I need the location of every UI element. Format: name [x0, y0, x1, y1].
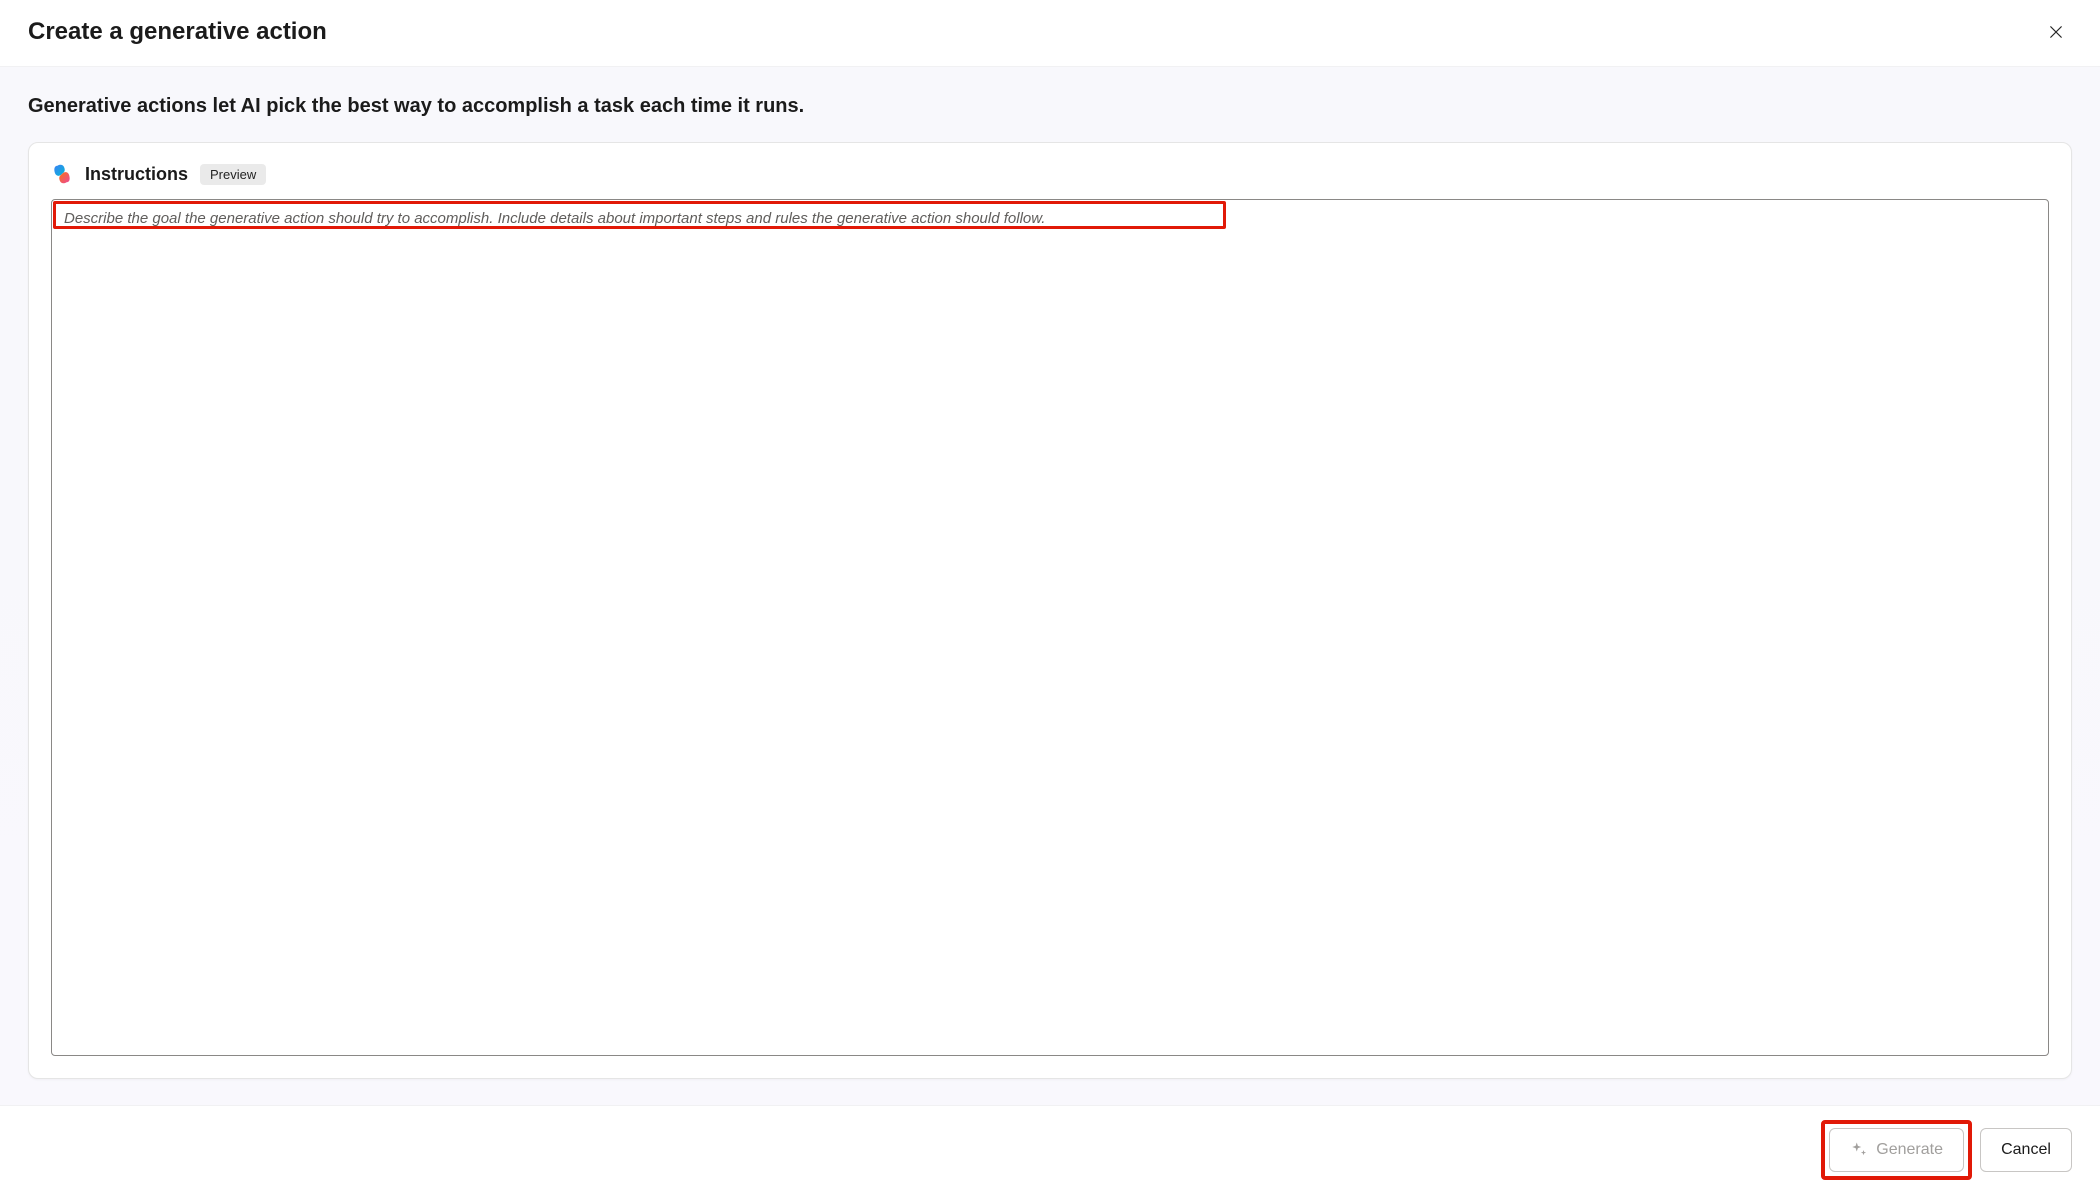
- preview-badge: Preview: [200, 164, 266, 185]
- generate-button[interactable]: Generate: [1829, 1128, 1964, 1172]
- dialog-body: Generative actions let AI pick the best …: [0, 66, 2100, 1105]
- generate-button-wrap: Generate: [1829, 1128, 1964, 1172]
- instructions-textarea-container: [51, 199, 2049, 1056]
- close-icon: [2047, 23, 2065, 41]
- cancel-button-label: Cancel: [2001, 1141, 2051, 1159]
- instructions-card: Instructions Preview: [28, 142, 2072, 1079]
- dialog-title: Create a generative action: [28, 18, 327, 46]
- dialog-titlebar: Create a generative action: [0, 0, 2100, 66]
- instructions-textarea[interactable]: [51, 199, 2049, 1056]
- cancel-button[interactable]: Cancel: [1980, 1128, 2072, 1172]
- copilot-logo-icon: [51, 163, 73, 185]
- instructions-header: Instructions Preview: [51, 163, 2049, 185]
- sparkle-icon: [1850, 1141, 1868, 1159]
- close-button[interactable]: [2040, 16, 2072, 48]
- dialog-footer: Generate Cancel: [0, 1105, 2100, 1196]
- generate-button-label: Generate: [1876, 1141, 1943, 1159]
- dialog-description: Generative actions let AI pick the best …: [28, 95, 2072, 118]
- instructions-title: Instructions: [85, 164, 188, 185]
